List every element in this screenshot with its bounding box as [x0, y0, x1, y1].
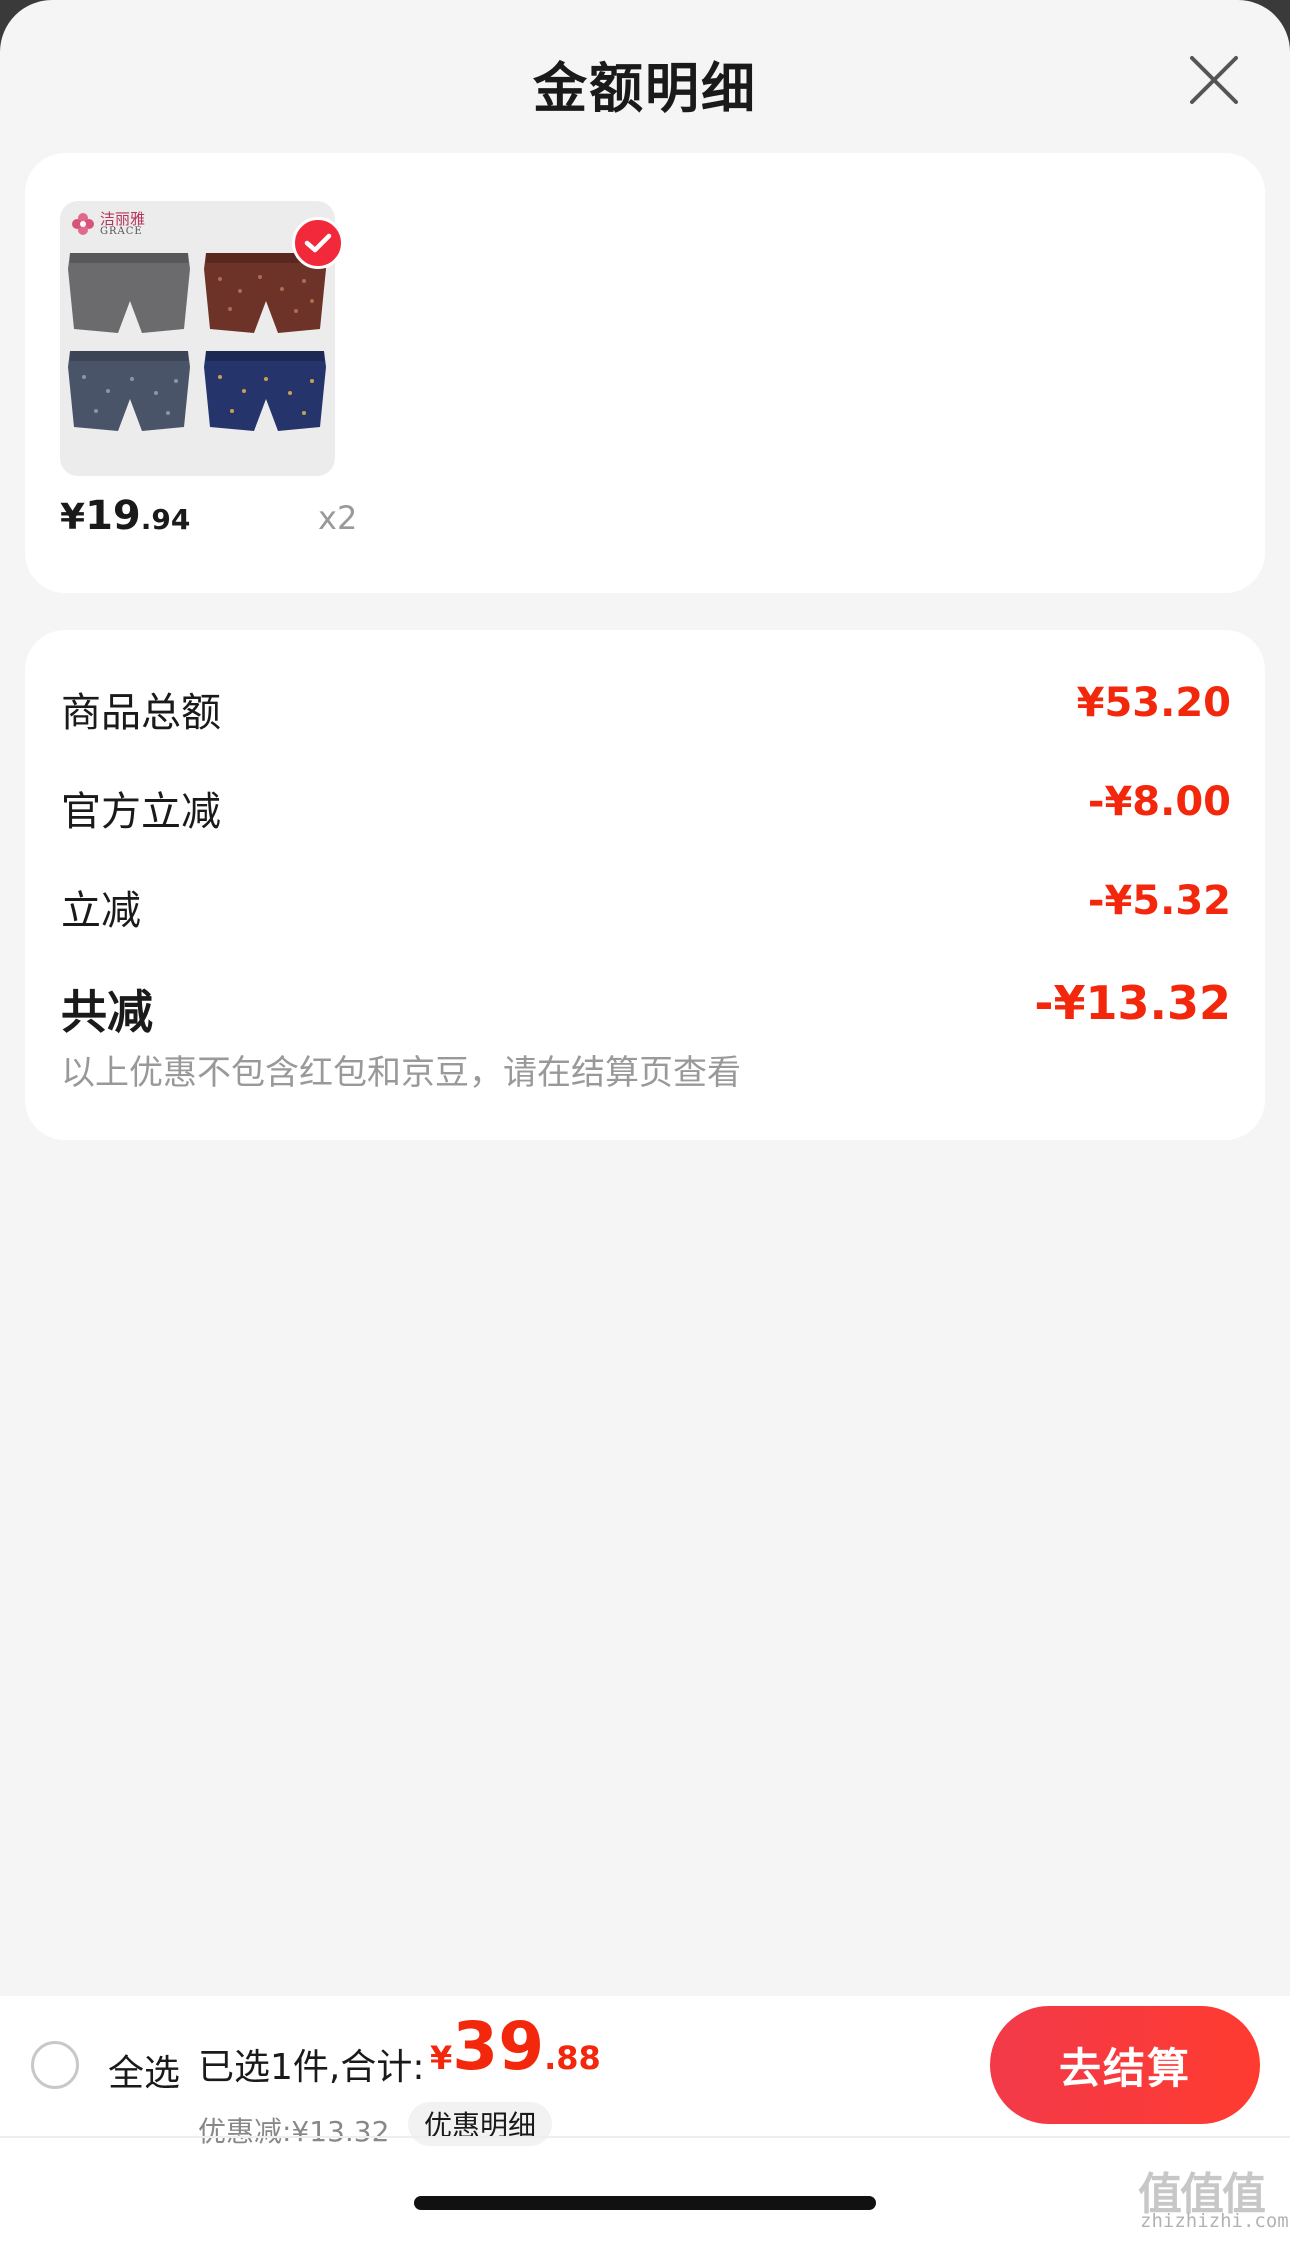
- product-quantity: x2: [318, 499, 358, 537]
- summary-row: 立减 -¥5.32: [61, 878, 1231, 938]
- summary-label: 立减: [61, 888, 141, 934]
- watermark-url: zhizhizhi.com: [1140, 2210, 1289, 2232]
- select-all-radio[interactable]: [31, 2041, 79, 2089]
- summary-row: 商品总额 ¥53.20: [61, 680, 1231, 740]
- select-all-label[interactable]: 全选: [108, 2044, 180, 2096]
- amount-detail-sheet: 金额明细 洁丽雅 GRACE ¥19.94 x2 商品总额 ¥53.20 官方立…: [0, 0, 1290, 2241]
- selected-count-text: 已选1件,合计:: [198, 2047, 425, 2088]
- price-summary-card: 商品总额 ¥53.20 官方立减 -¥8.00 立减 -¥5.32 共减 -¥1…: [25, 630, 1265, 1140]
- home-indicator: [414, 2196, 876, 2210]
- close-icon[interactable]: [1188, 54, 1240, 106]
- total-integer: 39: [452, 2008, 545, 2085]
- price-integer: 19: [85, 493, 141, 539]
- bottom-divider: [0, 2136, 1290, 2138]
- discount-amount: 优惠减:¥13.32: [198, 2115, 390, 2148]
- checkout-button[interactable]: 去结算: [990, 2006, 1260, 2124]
- total-discount-row: 共减 -¥13.32: [61, 976, 1231, 1039]
- price-symbol: ¥: [60, 497, 86, 538]
- sheet-header: 金额明细: [0, 0, 1290, 150]
- selected-check-icon[interactable]: [292, 217, 344, 269]
- site-watermark: 值值值 zhizhizhi.com: [1138, 2158, 1289, 2238]
- product-card: 洁丽雅 GRACE ¥19.94 x2: [25, 153, 1265, 593]
- page-title: 金额明细: [533, 57, 757, 120]
- discount-note: 以上优惠不包含红包和京豆，请在结算页查看: [61, 1053, 741, 1093]
- summary-row: 官方立减 -¥8.00: [61, 779, 1231, 839]
- total-discount-value: -¥13.32: [1034, 976, 1231, 1030]
- product-price: ¥19.94: [60, 493, 190, 539]
- summary-value: ¥53.20: [1076, 680, 1231, 726]
- price-decimal: .94: [140, 503, 191, 536]
- total-decimal: .88: [544, 2039, 601, 2077]
- summary-label: 官方立减: [61, 789, 221, 835]
- discount-detail-button[interactable]: 优惠明细: [408, 2102, 553, 2146]
- total-symbol: ¥: [430, 2039, 453, 2077]
- product-price-row: ¥19.94 x2: [60, 493, 360, 553]
- summary-value: -¥5.32: [1087, 878, 1231, 924]
- total-price: ¥39.88: [430, 2008, 601, 2085]
- summary-label: 商品总额: [61, 690, 221, 736]
- summary-value: -¥8.00: [1087, 779, 1231, 825]
- total-discount-label: 共减: [61, 985, 153, 1039]
